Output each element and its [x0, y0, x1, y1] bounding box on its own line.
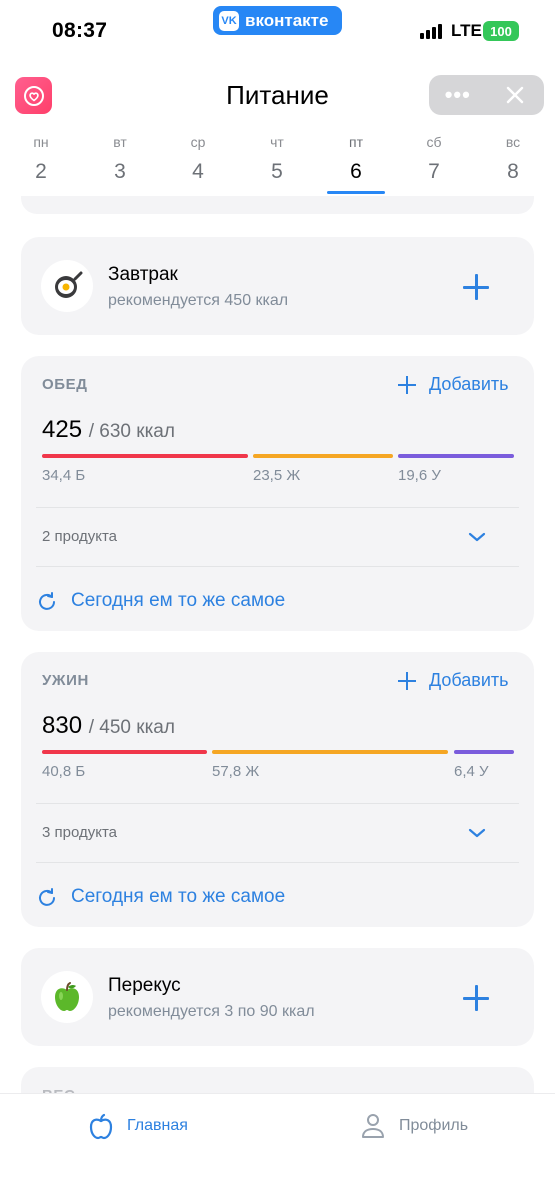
breakfast-card[interactable]: Завтрак рекомендуется 450 ккал [21, 237, 534, 335]
meal-title: Завтрак [108, 264, 178, 285]
apple-icon [89, 1113, 113, 1140]
day-fri-selected[interactable]: пт 6 [326, 134, 386, 184]
repeat-meal-button[interactable]: Сегодня ем то же самое [37, 590, 285, 612]
protein-value: 40,8 Б [42, 763, 86, 780]
more-button[interactable]: ••• [429, 75, 487, 115]
divider [36, 507, 519, 508]
green-apple-icon [41, 971, 93, 1023]
day-name: вт [113, 134, 127, 150]
repeat-icon [39, 888, 55, 906]
day-name: пн [33, 134, 49, 150]
day-thu[interactable]: чт 5 [247, 134, 307, 184]
vk-app-pill-label: вконтакте [245, 10, 329, 30]
divider [36, 566, 519, 567]
add-button-label: Добавить [429, 670, 509, 690]
status-bar: 08:37 VK вконтакте LTE 100 [0, 0, 555, 62]
products-count[interactable]: 2 продукта [42, 528, 117, 545]
close-button[interactable] [487, 75, 545, 115]
kcal-eaten: 830 [42, 712, 83, 739]
day-name: чт [270, 134, 284, 150]
carbs-bar [454, 750, 514, 754]
kcal-summary: 830 / 450 ккал [42, 712, 175, 740]
day-mon[interactable]: пн 2 [11, 134, 71, 184]
day-number: 7 [428, 160, 440, 183]
tab-home-label: Главная [127, 1117, 188, 1134]
mini-app-capsule: ••• [429, 75, 544, 115]
add-lunch-button[interactable]: Добавить [398, 374, 509, 395]
fat-bar [253, 454, 393, 458]
fat-bar [212, 750, 448, 754]
close-icon [507, 86, 524, 104]
protein-bar [42, 454, 248, 458]
carbs-bar [398, 454, 514, 458]
day-sun[interactable]: вс 8 [483, 134, 543, 184]
fried-egg-pan [55, 271, 83, 298]
meal-title: Перекус [108, 975, 181, 996]
battery-level: 100 [490, 23, 512, 39]
week-strip: пн 2 вт 3 ср 4 чт 5 пт 6 сб 7 вс 8 [0, 134, 555, 200]
divider [36, 803, 519, 804]
more-dots-icon: ••• [444, 82, 471, 107]
day-tue[interactable]: вт 3 [90, 134, 150, 184]
day-number: 8 [507, 160, 519, 183]
network-type: LTE [451, 21, 482, 40]
day-wed[interactable]: ср 4 [168, 134, 228, 184]
kcal-summary: 425 / 630 ккал [42, 416, 175, 444]
tab-profile[interactable]: Профиль [360, 1112, 468, 1140]
protein-bar [42, 750, 207, 754]
meal-section-label: ОБЕД [42, 376, 88, 393]
plus-icon [398, 375, 416, 394]
fat-value: 23,5 Ж [253, 467, 301, 484]
day-number: 5 [271, 160, 283, 183]
meal-section-label: УЖИН [42, 672, 89, 689]
tab-profile-label: Профиль [399, 1117, 469, 1134]
snack-card[interactable]: Перекус рекомендуется 3 по 90 ккал [21, 948, 534, 1046]
meal-recommendation: рекомендуется 3 по 90 ккал [108, 1003, 315, 1020]
kcal-target: / 450 ккал [88, 717, 175, 738]
selected-day-indicator [327, 191, 385, 194]
tab-home[interactable]: Главная [88, 1112, 188, 1140]
products-count[interactable]: 3 продукта [42, 824, 117, 841]
carbs-value: 19,6 У [398, 467, 441, 484]
apple-drawing [55, 982, 79, 1011]
divider [36, 862, 519, 863]
day-sat[interactable]: сб 7 [404, 134, 464, 184]
lunch-card: ОБЕД Добавить 425 / 630 ккал 34,4 Б 23,5… [21, 356, 534, 631]
carbs-value: 6,4 У [454, 763, 489, 780]
day-number: 2 [35, 160, 47, 183]
vk-logo-icon: VK [219, 10, 239, 31]
day-name: ср [190, 134, 206, 150]
repeat-meal-label: Сегодня ем то же самое [71, 886, 286, 907]
kcal-eaten: 425 [42, 416, 83, 443]
scrolled-card-edge [21, 196, 534, 214]
signal-icon [420, 23, 442, 39]
chevron-down-icon[interactable] [468, 824, 486, 842]
day-name: пт [349, 134, 363, 150]
day-number: 3 [114, 160, 126, 183]
chevron-down-icon[interactable] [468, 528, 486, 546]
dinner-card: УЖИН Добавить 830 / 450 ккал 40,8 Б 57,8… [21, 652, 534, 927]
tab-bar: Главная Профиль [0, 1093, 555, 1200]
fried-egg-icon [41, 260, 93, 312]
add-button-label: Добавить [429, 374, 509, 394]
day-name: вс [505, 134, 521, 150]
user-icon [362, 1114, 384, 1138]
fat-value: 57,8 Ж [212, 763, 260, 780]
repeat-icon [39, 592, 55, 610]
day-name: сб [426, 134, 442, 150]
meal-recommendation: рекомендуется 450 ккал [108, 292, 289, 309]
repeat-meal-label: Сегодня ем то же самое [71, 590, 286, 611]
vk-app-pill[interactable]: VK вконтакте [213, 6, 342, 35]
day-number: 6 [350, 160, 362, 183]
battery-icon: 100 [483, 21, 519, 41]
add-snack-icon[interactable] [463, 985, 489, 1011]
day-number: 4 [192, 160, 204, 183]
repeat-meal-button[interactable]: Сегодня ем то же самое [37, 886, 285, 908]
plus-icon [398, 671, 416, 690]
add-dinner-button[interactable]: Добавить [398, 670, 509, 691]
status-time: 08:37 [52, 19, 108, 42]
kcal-target: / 630 ккал [88, 421, 175, 442]
protein-value: 34,4 Б [42, 467, 86, 484]
add-breakfast-icon[interactable] [463, 274, 489, 300]
